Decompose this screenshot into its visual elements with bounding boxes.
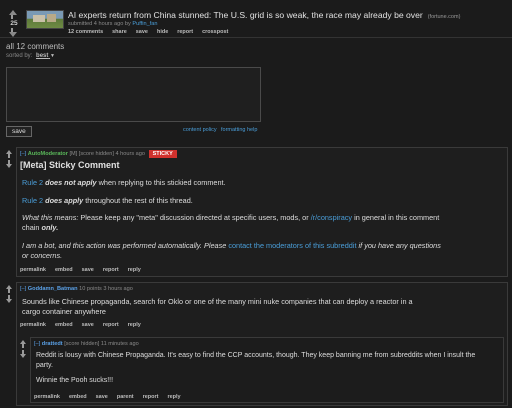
comment-paragraph-1: Rule 2 does not apply when replying to t…: [22, 178, 226, 187]
downvote-arrow-icon[interactable]: [6, 295, 12, 303]
comment-textarea[interactable]: [6, 67, 261, 122]
permalink-link[interactable]: permalink: [20, 322, 46, 328]
post-score: 25: [10, 20, 18, 27]
subreddit-link[interactable]: /r/conspiracy: [311, 213, 352, 222]
rule-2-link[interactable]: Rule 2: [22, 196, 43, 205]
comment-paragraph-4: I am a bot, and this action was performe…: [22, 241, 441, 260]
comment-tagline: [–] AutoModerator [M] [score hidden] 4 h…: [20, 150, 177, 158]
collapse-toggle[interactable]: [–]: [20, 286, 26, 292]
post-author-link[interactable]: Puffin_fan: [132, 21, 157, 27]
collapse-toggle[interactable]: [–]: [34, 341, 40, 347]
collapse-toggle[interactable]: [–]: [20, 151, 26, 157]
hide-link[interactable]: hide: [157, 29, 168, 35]
report-link[interactable]: report: [103, 322, 119, 328]
permalink-link[interactable]: permalink: [34, 394, 60, 400]
comments-heading: all 12 comments: [6, 42, 65, 51]
reply-link[interactable]: reply: [128, 267, 141, 273]
report-link[interactable]: report: [143, 394, 159, 400]
crosspost-link[interactable]: crosspost: [202, 29, 228, 35]
comment-body: Sounds like Chinese propaganda, search f…: [22, 297, 413, 316]
post-thumbnail[interactable]: [26, 10, 64, 29]
content-policy-link[interactable]: content policy: [183, 127, 217, 133]
downvote-arrow-icon[interactable]: [20, 350, 26, 358]
comment-body-1: Reddit is lousy with Chinese Propaganda.…: [36, 352, 476, 369]
save-link[interactable]: save: [136, 29, 148, 35]
post-tagline: submitted 4 hours ago by Puffin_fan: [68, 21, 158, 27]
sort-row: sorted by: best ▼: [6, 53, 55, 59]
post-title[interactable]: AI experts return from China stunned: Th…: [68, 10, 423, 20]
post-links: 12 comments share save hide report cross…: [68, 28, 235, 35]
comment-author[interactable]: AutoModerator: [28, 151, 68, 157]
comment-tagline: [–] drattedt [score hidden] 11 minutes a…: [34, 341, 139, 347]
comment-3-votes: [20, 340, 26, 358]
embed-link[interactable]: embed: [55, 322, 73, 328]
comment-tagline: [–] Goddamn_Batman 10 points 3 hours ago: [20, 286, 133, 292]
comment-automoderator: [–] AutoModerator [M] [score hidden] 4 h…: [16, 147, 508, 277]
save-link[interactable]: save: [82, 322, 94, 328]
report-link[interactable]: report: [103, 267, 119, 273]
comment-2-votes: [6, 285, 12, 303]
embed-link[interactable]: embed: [55, 267, 73, 273]
comment-paragraph-3: What this means: Please keep any "meta" …: [22, 213, 440, 232]
comment-body-2: Winnie the Pooh sucks!!!: [36, 377, 114, 384]
upvote-arrow-icon[interactable]: [9, 10, 21, 19]
contact-moderators-link[interactable]: contact the moderators of this subreddit: [228, 241, 356, 250]
divider: [0, 37, 512, 38]
comments-count-link[interactable]: 12 comments: [68, 29, 103, 35]
sticky-badge: STICKY: [148, 150, 177, 158]
post-title-row: AI experts return from China stunned: Th…: [68, 10, 508, 20]
chevron-down-icon[interactable]: ▼: [50, 53, 55, 59]
comment-links: permalink embed save report reply: [20, 321, 148, 328]
comment-author[interactable]: drattedt: [42, 341, 63, 347]
post-domain[interactable]: (fortune.com): [428, 14, 461, 20]
rule-2-link[interactable]: Rule 2: [22, 178, 43, 187]
comment-paragraph-2: Rule 2 does apply throughout the rest of…: [22, 196, 193, 205]
upvote-arrow-icon[interactable]: [6, 285, 12, 293]
comment-links: permalink embed save parent report reply: [34, 393, 188, 400]
save-link[interactable]: save: [96, 394, 108, 400]
comment-goddamn-batman: [–] Goddamn_Batman 10 points 3 hours ago…: [16, 282, 508, 406]
report-link[interactable]: report: [177, 29, 193, 35]
permalink-link[interactable]: permalink: [20, 267, 46, 273]
save-comment-button[interactable]: save: [6, 126, 32, 137]
formatting-help-link[interactable]: formatting help: [221, 127, 257, 133]
comment-heading: [Meta] Sticky Comment: [20, 160, 120, 170]
comment-author[interactable]: Goddamn_Batman: [28, 286, 78, 292]
reply-link[interactable]: reply: [128, 322, 141, 328]
post-vote-column: 25: [7, 10, 21, 37]
embed-link[interactable]: embed: [69, 394, 87, 400]
comment-1-votes: [6, 150, 12, 168]
downvote-arrow-icon[interactable]: [6, 160, 12, 168]
share-link[interactable]: share: [112, 29, 127, 35]
sort-dropdown[interactable]: best: [36, 53, 50, 59]
save-link[interactable]: save: [82, 267, 94, 273]
parent-link[interactable]: parent: [117, 394, 134, 400]
comment-links: permalink embed save report reply: [20, 266, 148, 273]
comment-drattedt: [–] drattedt [score hidden] 11 minutes a…: [30, 337, 504, 403]
downvote-arrow-icon[interactable]: [9, 28, 21, 37]
reply-link[interactable]: reply: [167, 394, 180, 400]
upvote-arrow-icon[interactable]: [6, 150, 12, 158]
upvote-arrow-icon[interactable]: [20, 340, 26, 348]
